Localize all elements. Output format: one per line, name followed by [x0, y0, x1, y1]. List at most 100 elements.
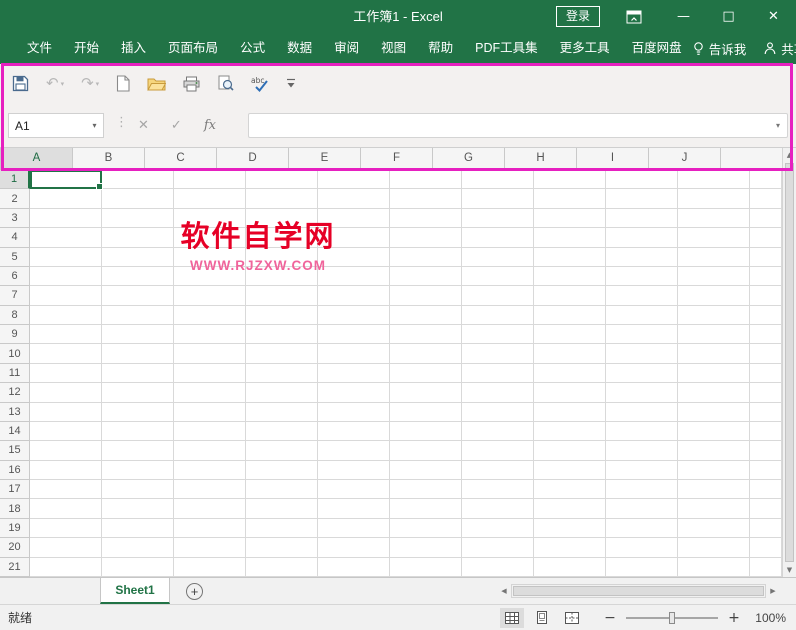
cell-A7[interactable] — [30, 286, 102, 306]
undo-dropdown-icon[interactable]: ▾ — [61, 80, 65, 88]
cell-J9[interactable] — [678, 325, 750, 345]
cell-J15[interactable] — [678, 441, 750, 461]
cell-H19[interactable] — [534, 518, 606, 539]
menu-tab-11[interactable]: 百度网盘 — [621, 33, 693, 64]
cell-E21[interactable] — [318, 557, 390, 577]
cell-J10[interactable] — [678, 344, 750, 364]
cell-J17[interactable] — [678, 480, 750, 500]
cell-F2[interactable] — [390, 189, 462, 209]
zoom-in-button[interactable]: + — [728, 610, 740, 626]
cell-J16[interactable] — [678, 460, 750, 480]
cell-J5[interactable] — [678, 247, 750, 267]
spell-check-button[interactable]: abc — [249, 72, 271, 96]
cell-E9[interactable] — [318, 325, 390, 345]
cell-H2[interactable] — [534, 189, 606, 209]
tell-me-button[interactable]: 告诉我 — [693, 39, 746, 58]
cell-B20[interactable] — [102, 538, 174, 558]
cell-C15[interactable] — [174, 441, 246, 461]
row-header-18[interactable]: 18 — [0, 499, 30, 519]
row-header-20[interactable]: 20 — [0, 538, 30, 558]
cell-J11[interactable] — [678, 363, 750, 384]
cell-J1[interactable] — [678, 170, 750, 190]
cell-I7[interactable] — [606, 286, 678, 306]
cell-A18[interactable] — [30, 499, 102, 519]
cell-I12[interactable] — [606, 383, 678, 403]
cell-E12[interactable] — [318, 383, 390, 403]
cell-B7[interactable] — [102, 286, 174, 306]
cell-B9[interactable] — [102, 325, 174, 345]
cell-F13[interactable] — [390, 402, 462, 422]
cell-H11[interactable] — [534, 363, 606, 384]
cell-A6[interactable] — [30, 266, 102, 287]
row-header-16[interactable]: 16 — [0, 460, 30, 480]
cell-A21[interactable] — [30, 557, 102, 577]
cell-H16[interactable] — [534, 460, 606, 480]
cell-E15[interactable] — [318, 441, 390, 461]
cell-B6[interactable] — [102, 266, 174, 287]
cell-C17[interactable] — [174, 480, 246, 500]
cell-I15[interactable] — [606, 441, 678, 461]
menu-tab-5[interactable]: 数据 — [276, 33, 323, 64]
cell-C1[interactable] — [174, 170, 246, 190]
cell-A9[interactable] — [30, 325, 102, 345]
cell-F11[interactable] — [390, 363, 462, 384]
open-button[interactable] — [145, 72, 168, 96]
menu-tab-9[interactable]: PDF工具集 — [464, 33, 549, 64]
cell-C8[interactable] — [174, 305, 246, 325]
cell-E11[interactable] — [318, 363, 390, 384]
cell-I20[interactable] — [606, 538, 678, 558]
cell-A13[interactable] — [30, 402, 102, 422]
cell-F20[interactable] — [390, 538, 462, 558]
cell-B10[interactable] — [102, 344, 174, 364]
cell-G21[interactable] — [462, 557, 534, 577]
cell-G9[interactable] — [462, 325, 534, 345]
cell-G20[interactable] — [462, 538, 534, 558]
cell-A5[interactable] — [30, 247, 102, 267]
cell-H9[interactable] — [534, 325, 606, 345]
cell-I2[interactable] — [606, 189, 678, 209]
cell-C11[interactable] — [174, 363, 246, 384]
horizontal-scrollbar-track[interactable] — [511, 584, 766, 598]
cell-G18[interactable] — [462, 499, 534, 519]
cell-C4[interactable] — [174, 228, 246, 248]
cell-A20[interactable] — [30, 538, 102, 558]
row-header-5[interactable]: 5 — [0, 247, 30, 267]
menu-tab-1[interactable]: 开始 — [63, 33, 110, 64]
cell-D11[interactable] — [246, 363, 318, 384]
cell-G14[interactable] — [462, 421, 534, 442]
minimize-button[interactable]: — — [661, 0, 706, 33]
cell-F18[interactable] — [390, 499, 462, 519]
cell-A16[interactable] — [30, 460, 102, 480]
cell-A11[interactable] — [30, 363, 102, 384]
cell-D21[interactable] — [246, 557, 318, 577]
cell-H3[interactable] — [534, 208, 606, 229]
cell-A2[interactable] — [30, 189, 102, 209]
row-header-2[interactable]: 2 — [0, 189, 30, 209]
cell-G2[interactable] — [462, 189, 534, 209]
cell-C13[interactable] — [174, 402, 246, 422]
cell-C21[interactable] — [174, 557, 246, 577]
cell-G10[interactable] — [462, 344, 534, 364]
cell-G17[interactable] — [462, 480, 534, 500]
redo-dropdown-icon[interactable]: ▾ — [96, 80, 100, 88]
cell-F9[interactable] — [390, 325, 462, 345]
cell-H4[interactable] — [534, 228, 606, 248]
cell-J21[interactable] — [678, 557, 750, 577]
login-button[interactable]: 登录 — [556, 6, 600, 27]
cell-G13[interactable] — [462, 402, 534, 422]
cell-D16[interactable] — [246, 460, 318, 480]
cell-F19[interactable] — [390, 518, 462, 539]
cell-I14[interactable] — [606, 421, 678, 442]
cell-B15[interactable] — [102, 441, 174, 461]
scroll-up-icon[interactable]: ▲ — [783, 148, 796, 162]
column-header-I[interactable]: I — [577, 148, 649, 170]
cell-J12[interactable] — [678, 383, 750, 403]
insert-function-icon[interactable]: fx — [204, 118, 216, 133]
cell-J18[interactable] — [678, 499, 750, 519]
cell-C3[interactable] — [174, 208, 246, 229]
cell-D7[interactable] — [246, 286, 318, 306]
cell-B13[interactable] — [102, 402, 174, 422]
cell-D2[interactable] — [246, 189, 318, 209]
menu-tab-7[interactable]: 视图 — [370, 33, 417, 64]
cell-G8[interactable] — [462, 305, 534, 325]
